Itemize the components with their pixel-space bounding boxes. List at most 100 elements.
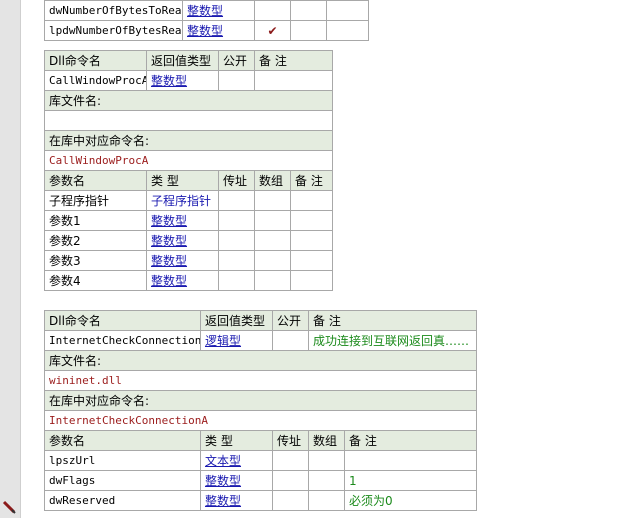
- lib-value-cell[interactable]: wininet.dll: [43, 370, 478, 391]
- public-cell[interactable]: [272, 330, 309, 351]
- col-param-array: 数组: [254, 170, 291, 191]
- dll-table-callwindowproca: Dll命令名 返回值类型 公开 备 注 CallWindowProcA 整数型 …: [43, 50, 334, 291]
- alias-label: 在库中对应命令名:: [43, 390, 478, 411]
- param-name: dwNumberOfBytesToRead: [44, 0, 183, 21]
- col-param-name: 参数名: [44, 430, 201, 451]
- col-param-note: 备 注: [343, 430, 478, 451]
- col-public: 公开: [218, 50, 255, 71]
- param-note[interactable]: [289, 270, 334, 291]
- param-note[interactable]: [289, 230, 334, 251]
- param-header-row: 参数名 类 型 传址 数组 备 注: [44, 170, 334, 191]
- dll-header-row: Dll命令名 返回值类型 公开 备 注: [44, 50, 334, 71]
- param-array[interactable]: [254, 210, 291, 231]
- param-byref[interactable]: [272, 490, 309, 511]
- param-array[interactable]: [254, 270, 291, 291]
- param-note[interactable]: [343, 450, 478, 471]
- alias-value-row: InternetCheckConnectionA: [43, 410, 478, 431]
- table-row: dwReserved 整数型 必须为0: [44, 490, 478, 511]
- param-byref[interactable]: [218, 190, 255, 211]
- param-name[interactable]: 参数4: [44, 270, 147, 291]
- param-type-link[interactable]: 整数型: [146, 230, 219, 251]
- col-param-byref: 传址: [272, 430, 309, 451]
- param-type-link[interactable]: 整数型: [146, 210, 219, 231]
- param-byref[interactable]: [218, 250, 255, 271]
- param-type-link[interactable]: 整数型: [146, 270, 219, 291]
- param-name[interactable]: dwReserved: [44, 490, 201, 511]
- param-name[interactable]: dwFlags: [44, 470, 201, 491]
- checkmark-icon: ✔: [267, 23, 278, 38]
- prev-params-table: dwNumberOfBytesToRead 整数型 lpdwNumberOfBy…: [44, 0, 369, 41]
- alias-value-cell[interactable]: InternetCheckConnectionA: [43, 410, 478, 431]
- param-array[interactable]: [308, 490, 345, 511]
- param-note[interactable]: 1: [343, 470, 478, 491]
- param-byref[interactable]: [272, 450, 309, 471]
- col-public: 公开: [272, 310, 309, 331]
- dll-name-cell[interactable]: CallWindowProcA: [44, 70, 147, 91]
- param-name[interactable]: lpszUrl: [44, 450, 201, 471]
- public-cell[interactable]: [218, 70, 255, 91]
- col-note: 备 注: [253, 50, 334, 71]
- param-note[interactable]: 必须为0: [343, 490, 478, 511]
- param-array[interactable]: [290, 20, 327, 41]
- lib-label: 库文件名:: [43, 350, 478, 371]
- param-type-link[interactable]: 整数型: [200, 490, 273, 511]
- col-param-type: 类 型: [200, 430, 273, 451]
- alias-label-row: 在库中对应命令名:: [43, 130, 334, 151]
- param-type-link[interactable]: 整数型: [146, 250, 219, 271]
- param-byref[interactable]: [218, 210, 255, 231]
- alias-label: 在库中对应命令名:: [43, 130, 334, 151]
- alias-value-cell[interactable]: CallWindowProcA: [43, 150, 334, 171]
- table-row: 参数1 整数型: [44, 210, 334, 231]
- dll-name-cell[interactable]: InternetCheckConnectionA: [44, 330, 201, 351]
- col-return-type: 返回值类型: [200, 310, 273, 331]
- note-cell[interactable]: 成功连接到互联网返回真……: [307, 330, 478, 351]
- param-byref[interactable]: ✔: [254, 20, 291, 41]
- param-array[interactable]: [254, 250, 291, 271]
- param-array[interactable]: [290, 0, 327, 21]
- table-row: lpszUrl 文本型: [44, 450, 478, 471]
- note-cell[interactable]: [253, 70, 334, 91]
- param-name[interactable]: 子程序指针: [44, 190, 147, 211]
- param-array[interactable]: [254, 190, 291, 211]
- table-row: 参数3 整数型: [44, 250, 334, 271]
- return-type-link[interactable]: 整数型: [146, 70, 219, 91]
- lib-label-row: 库文件名:: [43, 350, 478, 371]
- param-type-link[interactable]: 文本型: [200, 450, 273, 471]
- param-type-link[interactable]: 整数型: [182, 20, 255, 41]
- col-note: 备 注: [307, 310, 478, 331]
- param-note[interactable]: [326, 20, 369, 41]
- param-note[interactable]: [326, 0, 369, 21]
- return-type-link[interactable]: 逻辑型: [200, 330, 273, 351]
- dll-header-row: Dll命令名 返回值类型 公开 备 注: [44, 310, 478, 331]
- param-array[interactable]: [308, 470, 345, 491]
- param-type-link[interactable]: 整数型: [182, 0, 255, 21]
- param-byref[interactable]: [218, 270, 255, 291]
- table-row: 子程序指针 子程序指针: [44, 190, 334, 211]
- param-name[interactable]: 参数1: [44, 210, 147, 231]
- param-array[interactable]: [308, 450, 345, 471]
- dll-table-internetcheckconnectiona: Dll命令名 返回值类型 公开 备 注 InternetCheckConnect…: [43, 310, 478, 511]
- param-byref[interactable]: [254, 0, 291, 21]
- param-note[interactable]: [289, 210, 334, 231]
- param-name: lpdwNumberOfBytesRead: [44, 20, 183, 41]
- col-param-array: 数组: [308, 430, 345, 451]
- param-name[interactable]: 参数2: [44, 230, 147, 251]
- param-note[interactable]: [289, 190, 334, 211]
- dll-row: InternetCheckConnectionA 逻辑型 成功连接到互联网返回真…: [44, 330, 478, 351]
- table-row: 参数4 整数型: [44, 270, 334, 291]
- param-byref[interactable]: [218, 230, 255, 251]
- dll-row: CallWindowProcA 整数型: [44, 70, 334, 91]
- table-row: dwNumberOfBytesToRead 整数型: [44, 0, 369, 21]
- table-row: dwFlags 整数型 1: [44, 470, 478, 491]
- param-type-link[interactable]: 整数型: [200, 470, 273, 491]
- param-array[interactable]: [254, 230, 291, 251]
- param-name[interactable]: 参数3: [44, 250, 147, 271]
- param-type-link[interactable]: 子程序指针: [146, 190, 219, 211]
- lib-value-cell[interactable]: [43, 110, 334, 131]
- param-byref[interactable]: [272, 470, 309, 491]
- table-row: lpdwNumberOfBytesRead 整数型 ✔: [44, 20, 369, 41]
- alias-label-row: 在库中对应命令名:: [43, 390, 478, 411]
- param-note[interactable]: [289, 250, 334, 271]
- col-return-type: 返回值类型: [146, 50, 219, 71]
- lib-label: 库文件名:: [43, 90, 334, 111]
